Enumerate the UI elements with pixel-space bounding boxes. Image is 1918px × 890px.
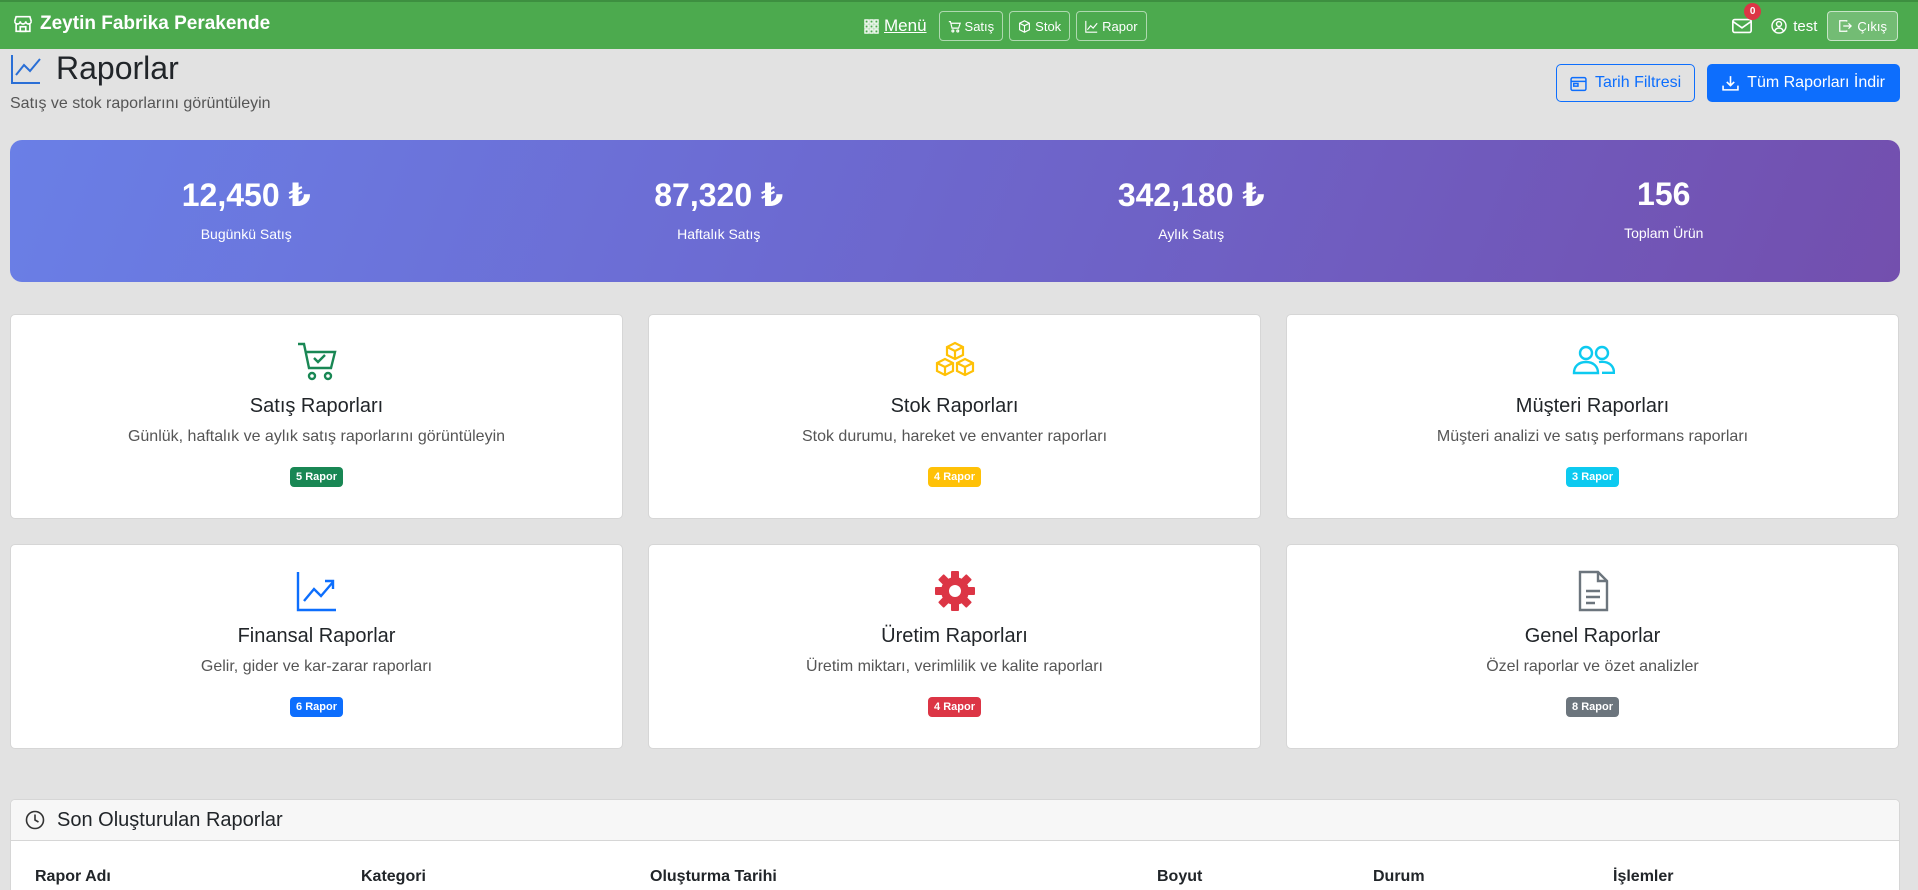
stat-value: 156 <box>1637 176 1691 212</box>
recent-reports-header: Son Oluşturulan Raporlar <box>11 800 1899 841</box>
document-icon <box>1578 570 1608 612</box>
recent-reports-title: Son Oluşturulan Raporlar <box>57 808 283 831</box>
nav-button-stok[interactable]: Stok <box>1009 11 1071 41</box>
stat-label: Aylık Satış <box>1158 226 1225 242</box>
calendar-icon <box>1570 76 1587 91</box>
menu-label: Menü <box>884 16 927 35</box>
card-badge: 5 Rapor <box>290 467 343 487</box>
boxes-icon <box>935 341 974 377</box>
card-badge: 4 Rapor <box>928 467 981 487</box>
card-description: Stok durumu, hareket ve envanter raporla… <box>801 428 1108 445</box>
logout-icon <box>1839 20 1853 32</box>
nav-button-label: Stok <box>1035 18 1062 34</box>
card-badge: 6 Rapor <box>290 697 343 717</box>
card-stock-reports[interactable]: Stok Raporları Stok durumu, hareket ve e… <box>648 314 1261 519</box>
card-badge: 3 Rapor <box>1566 467 1619 487</box>
page-subtitle: Satış ve stok raporlarını görüntüleyin <box>10 95 271 112</box>
username: test <box>1793 17 1818 35</box>
card-title: Finansal Raporlar <box>237 625 396 647</box>
message-count-badge: 0 <box>1744 3 1762 20</box>
card-customer-reports[interactable]: Müşteri Raporları Müşteri analizi ve sat… <box>1286 314 1899 519</box>
stat-label: Haftalık Satış <box>677 226 761 242</box>
nav-button-rapor[interactable]: Rapor <box>1076 11 1147 41</box>
grid-icon <box>864 18 879 34</box>
user-menu[interactable]: test <box>1771 18 1817 35</box>
top-navbar: Zeytin Fabrika Perakende Menü Satış Stok… <box>0 0 1918 49</box>
stat-label: Bugünkü Satış <box>200 226 292 242</box>
user-circle-icon <box>1771 18 1787 34</box>
stat-total-products: 156 Toplam Ürün <box>1428 140 1901 282</box>
column-header-date[interactable]: Oluşturma Tarihi <box>650 868 777 886</box>
logout-button[interactable]: Çıkış <box>1827 11 1898 41</box>
shop-icon <box>13 15 33 33</box>
card-sales-reports[interactable]: Satış Raporları Günlük, haftalık ve aylı… <box>10 314 623 519</box>
download-all-label: Tüm Raporları İndir <box>1747 74 1885 91</box>
messages-button[interactable]: 0 <box>1727 3 1762 41</box>
header-actions: Tarih Filtresi Tüm Raporları İndir <box>1555 64 1900 102</box>
clock-icon <box>25 810 45 830</box>
stat-value: 87,320 ₺ <box>654 177 784 213</box>
card-title: Stok Raporları <box>890 395 1019 417</box>
card-production-reports[interactable]: Üretim Raporları Üretim miktarı, verimli… <box>648 544 1261 749</box>
page-header: Raporlar Satış ve stok raporlarını görün… <box>10 50 271 113</box>
card-description: Günlük, haftalık ve aylık satış raporlar… <box>127 428 506 445</box>
column-header-category[interactable]: Kategori <box>361 868 426 886</box>
stat-value: 342,180 ₺ <box>1117 177 1265 213</box>
cart-icon <box>948 20 961 33</box>
download-icon <box>1722 75 1739 91</box>
people-icon <box>1572 345 1615 375</box>
stat-daily-sales: 12,450 ₺ Bugünkü Satış <box>10 140 483 282</box>
column-header-size[interactable]: Boyut <box>1157 868 1202 886</box>
graph-icon <box>1085 20 1098 33</box>
stat-weekly-sales: 87,320 ₺ Haftalık Satış <box>483 140 956 282</box>
card-description: Üretim miktarı, verimlilik ve kalite rap… <box>806 658 1103 675</box>
chart-line-icon <box>11 54 41 84</box>
card-description: Gelir, gider ve kar-zarar raporları <box>200 658 433 675</box>
card-badge: 8 Rapor <box>1566 697 1619 717</box>
box-icon <box>1019 19 1031 33</box>
card-title: Müşteri Raporları <box>1515 395 1670 417</box>
recent-reports-panel: Son Oluşturulan Raporlar Rapor Adı Kateg… <box>10 799 1900 890</box>
card-title: Üretim Raporları <box>881 625 1028 647</box>
column-header-name[interactable]: Rapor Adı <box>35 868 111 886</box>
card-title: Satış Raporları <box>249 395 384 417</box>
brand[interactable]: Zeytin Fabrika Perakende <box>12 13 270 35</box>
column-header-actions[interactable]: İşlemler <box>1613 868 1673 886</box>
trend-up-icon <box>296 572 336 612</box>
download-all-button[interactable]: Tüm Raporları İndir <box>1707 64 1900 102</box>
brand-name: Zeytin Fabrika Perakende <box>40 13 271 34</box>
nav-right: 0 test Çıkış <box>1727 3 1898 41</box>
date-filter-button[interactable]: Tarih Filtresi <box>1555 64 1696 102</box>
gear-icon <box>934 571 975 611</box>
menu-link[interactable]: Menü <box>858 11 933 41</box>
card-financial-reports[interactable]: Finansal Raporlar Gelir, gider ve kar-za… <box>10 544 623 749</box>
nav-button-label: Rapor <box>1102 18 1138 34</box>
card-title: Genel Raporlar <box>1524 625 1661 647</box>
stat-value: 12,450 ₺ <box>181 177 311 213</box>
card-general-reports[interactable]: Genel Raporlar Özel raporlar ve özet ana… <box>1286 544 1899 749</box>
cart-check-icon <box>297 342 337 381</box>
nav-button-label: Satış <box>964 18 995 34</box>
card-description: Müşteri analizi ve satış performans rapo… <box>1436 428 1749 445</box>
column-header-status[interactable]: Durum <box>1373 868 1425 886</box>
stat-label: Toplam Ürün <box>1624 225 1704 241</box>
date-filter-label: Tarih Filtresi <box>1594 74 1682 91</box>
stats-banner: 12,450 ₺ Bugünkü Satış 87,320 ₺ Haftalık… <box>10 140 1900 282</box>
nav-button-satis[interactable]: Satış <box>938 11 1004 41</box>
stat-monthly-sales: 342,180 ₺ Aylık Satış <box>955 140 1428 282</box>
page-title: Raporlar <box>56 50 179 86</box>
card-badge: 4 Rapor <box>928 697 981 717</box>
card-description: Özel raporlar ve özet analizler <box>1486 658 1699 675</box>
logout-label: Çıkış <box>1857 18 1887 34</box>
nav-center: Menü Satış Stok Rapor <box>858 11 1147 41</box>
